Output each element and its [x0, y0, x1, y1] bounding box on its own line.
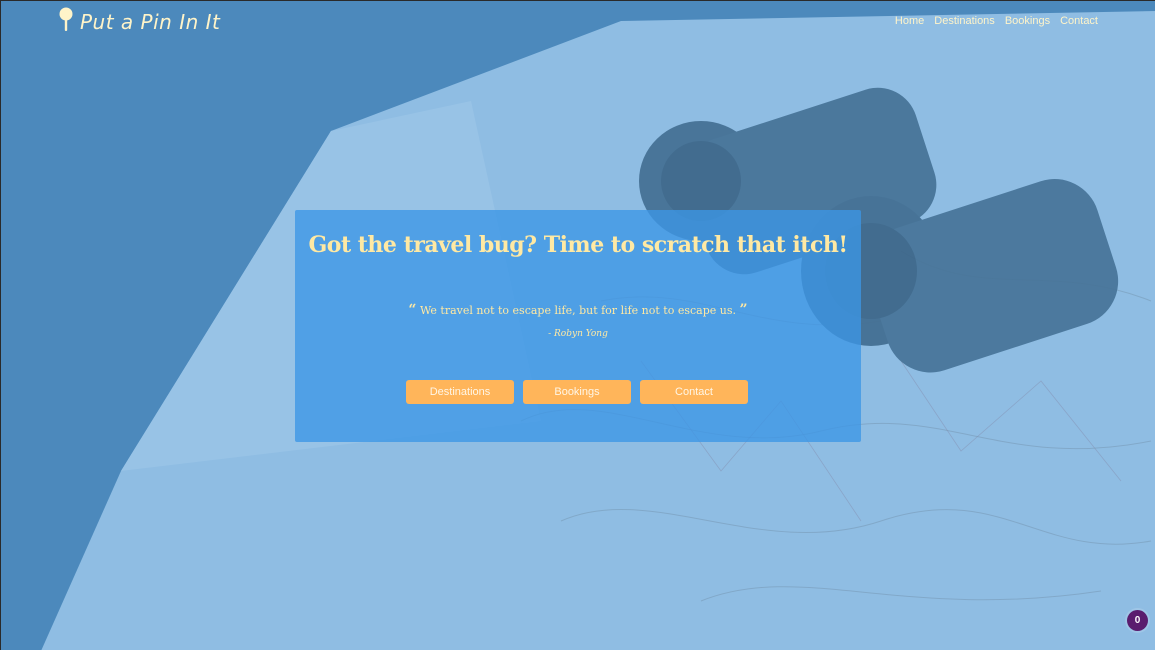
nav-contact-link[interactable]: Contact: [1060, 15, 1098, 27]
map-pin-icon: [58, 7, 74, 38]
navbar: Put a Pin In It Home Destinations Bookin…: [1, 1, 1155, 43]
brand-logo-link[interactable]: Put a Pin In It: [58, 7, 221, 38]
bookings-button[interactable]: Bookings: [523, 380, 631, 404]
hero-button-row: Destinations Bookings Contact: [406, 380, 750, 404]
notification-count-badge[interactable]: 0: [1127, 610, 1148, 631]
nav-bookings-link[interactable]: Bookings: [1005, 15, 1050, 27]
quote-open-mark: “: [408, 302, 417, 318]
quote-author: - Robyn Yong: [548, 329, 608, 339]
hero-quote: “ We travel not to escape life, but for …: [295, 302, 861, 318]
quote-close-mark: ”: [739, 302, 748, 318]
nav-home-link[interactable]: Home: [895, 15, 924, 27]
brand-name: Put a Pin In It: [80, 10, 221, 34]
main-nav: Home Destinations Bookings Contact: [895, 15, 1098, 27]
hero-panel: Got the travel bug? Time to scratch that…: [295, 210, 861, 442]
hero-headline: Got the travel bug? Time to scratch that…: [308, 232, 848, 258]
contact-button[interactable]: Contact: [640, 380, 748, 404]
quote-text: We travel not to escape life, but for li…: [419, 304, 736, 317]
nav-destinations-link[interactable]: Destinations: [934, 15, 995, 27]
destinations-button[interactable]: Destinations: [406, 380, 514, 404]
